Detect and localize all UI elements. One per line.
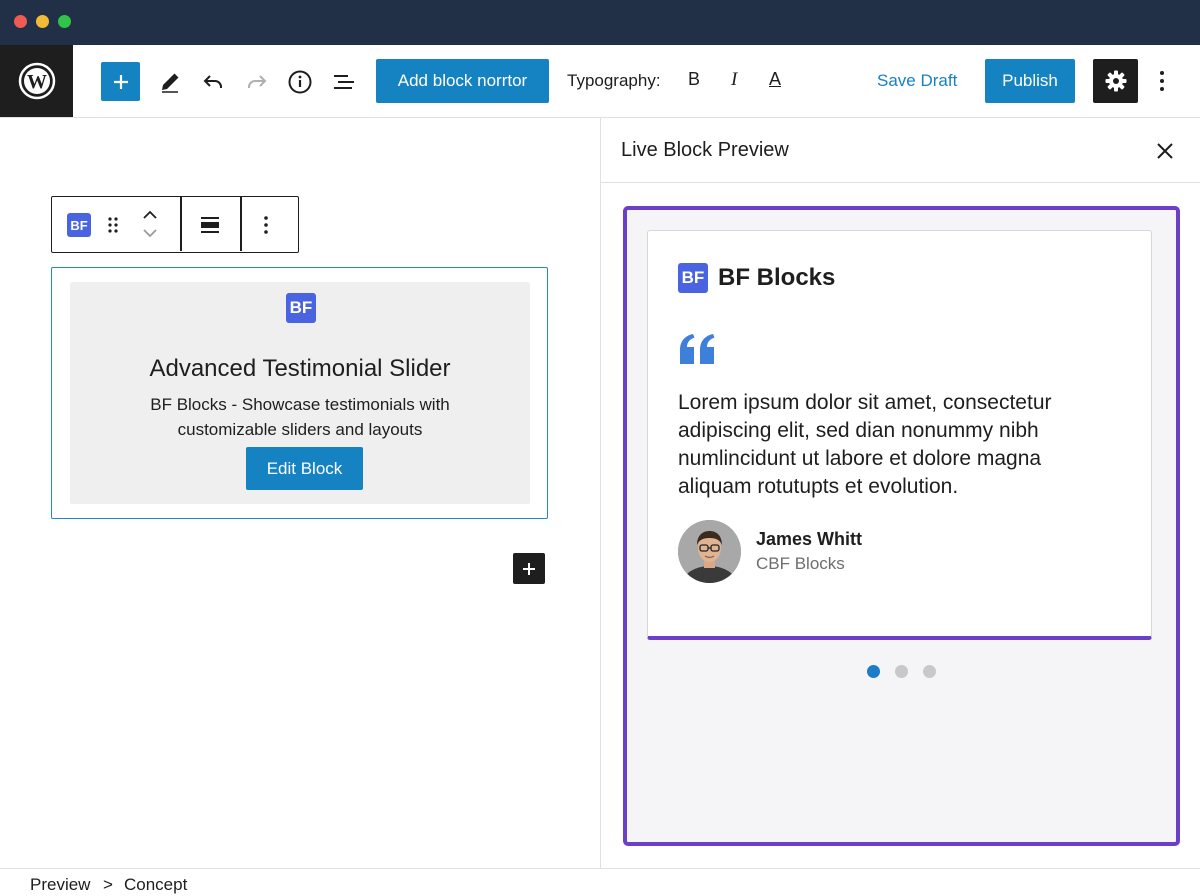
slider-dot[interactable]	[923, 665, 936, 678]
toolbar-divider	[180, 197, 182, 251]
move-up-button[interactable]	[140, 207, 160, 223]
info-icon	[288, 70, 312, 94]
add-block-button[interactable]: Add block norrtor	[376, 59, 549, 103]
breadcrumb-item[interactable]: Concept	[124, 875, 187, 895]
details-button[interactable]	[285, 67, 315, 97]
italic-button[interactable]: I	[731, 69, 737, 91]
gear-icon	[1105, 70, 1126, 92]
chevron-down-icon	[143, 229, 157, 238]
list-view-button[interactable]	[329, 67, 359, 97]
align-full-icon	[201, 217, 219, 233]
quote-icon	[680, 334, 715, 364]
author-name: James Whitt	[756, 529, 863, 549]
panel-header: Live Block Preview	[601, 118, 1200, 183]
block-title: Advanced Testimonial Slider	[149, 355, 451, 382]
wordpress-logo-button[interactable]: W	[0, 45, 73, 117]
undo-icon	[203, 75, 222, 88]
window-close-button[interactable]	[14, 15, 27, 28]
testimonial-block[interactable]: BF Advanced Testimonial Slider BF Blocks…	[51, 267, 548, 519]
avatar-photo	[678, 520, 741, 583]
window-titlebar	[0, 0, 1200, 45]
inline-add-block-button[interactable]	[513, 553, 545, 584]
block-description: BF Blocks - Showcase testimonials with c…	[150, 395, 450, 439]
wordpress-logo-icon: W	[18, 62, 55, 100]
breadcrumb-separator: >	[103, 875, 113, 894]
window-minimize-button[interactable]	[36, 15, 49, 28]
save-draft-button[interactable]: Save Draft	[877, 71, 957, 91]
options-button[interactable]	[1150, 65, 1174, 97]
typography-label: Typography:	[567, 71, 661, 90]
more-vertical-icon	[1160, 71, 1164, 91]
live-preview-panel: Live Block Preview BF BF Blocks Lorem ip…	[600, 118, 1200, 868]
drag-handle-icon	[108, 217, 118, 233]
block-placeholder: BF Advanced Testimonial Slider BF Blocks…	[70, 282, 530, 504]
undo-button[interactable]	[198, 67, 228, 97]
card-brand: BF BF Blocks	[678, 263, 835, 293]
panel-title: Live Block Preview	[621, 139, 789, 161]
plus-icon	[523, 562, 535, 575]
more-vertical-icon	[264, 216, 268, 234]
plus-icon	[113, 74, 128, 89]
align-button[interactable]	[198, 213, 222, 237]
svg-text:W: W	[27, 71, 47, 93]
testimonial-card: BF BF Blocks Lorem ipsum dolor sit amet,…	[647, 230, 1152, 640]
publish-button[interactable]: Publish	[985, 59, 1075, 103]
slider-pagination	[627, 665, 1176, 678]
block-toolbar: BF	[51, 196, 299, 253]
brand-badge: BF	[678, 263, 708, 293]
chevron-up-icon	[143, 210, 157, 219]
close-panel-button[interactable]	[1152, 138, 1178, 164]
testimonial-quote: Lorem ipsum dolor sit amet, consectetur …	[678, 391, 1052, 498]
drag-handle[interactable]	[106, 215, 120, 235]
editor-toolbar: W Add block norrtor Typography: B I A Sa…	[0, 45, 1200, 118]
edit-tool-button[interactable]	[155, 67, 185, 97]
redo-icon	[248, 75, 267, 88]
editor-canvas: BF BF Advanced Testimonial Slider BF Blo…	[0, 118, 600, 868]
author-avatar	[678, 520, 741, 583]
list-view-icon	[334, 75, 354, 89]
move-down-button[interactable]	[140, 225, 160, 241]
brand-name: BF Blocks	[718, 264, 836, 291]
toolbar-divider	[240, 197, 242, 251]
redo-button[interactable]	[242, 67, 272, 97]
quote-icon-wrap	[678, 333, 718, 370]
settings-button[interactable]	[1093, 59, 1138, 103]
block-type-button[interactable]: BF	[67, 213, 91, 237]
slider-dot[interactable]	[867, 665, 880, 678]
breadcrumb-bar: Preview > Concept	[0, 868, 1200, 896]
breadcrumb-item[interactable]: Preview	[30, 875, 90, 895]
bold-button[interactable]: B	[688, 69, 700, 90]
slider-dot[interactable]	[895, 665, 908, 678]
window-zoom-button[interactable]	[58, 15, 71, 28]
close-icon	[1157, 143, 1173, 159]
preview-frame: BF BF Blocks Lorem ipsum dolor sit amet,…	[623, 206, 1180, 846]
pencil-icon	[162, 73, 179, 93]
author-role: CBF Blocks	[756, 554, 845, 573]
block-options-button[interactable]	[262, 213, 270, 237]
edit-block-button[interactable]: Edit Block	[246, 447, 363, 490]
block-badge: BF	[286, 293, 316, 323]
add-block-toggle-button[interactable]	[101, 62, 140, 101]
text-color-button[interactable]: A	[769, 69, 781, 90]
